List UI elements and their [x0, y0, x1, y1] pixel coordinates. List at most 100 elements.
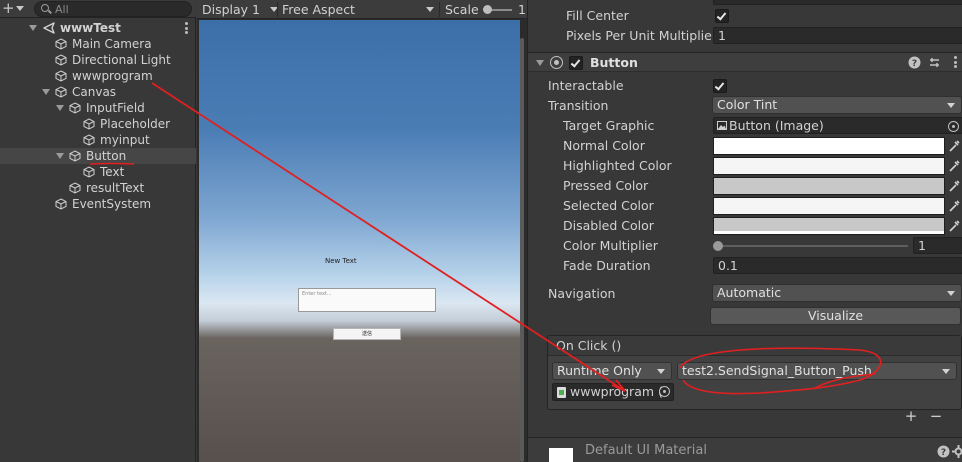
foldout-arrow-icon[interactable]	[56, 105, 64, 111]
chevron-down-icon	[942, 369, 950, 374]
function-value: test2.SendSignal_Button_Push	[682, 363, 872, 378]
color-multiplier-slider-track[interactable]	[716, 245, 908, 247]
color-multiplier-slider-knob[interactable]	[713, 241, 723, 251]
more-options-icon[interactable]	[185, 22, 188, 34]
game-view-scrollbar[interactable]	[520, 38, 524, 462]
hierarchy-item-placeholder[interactable]: Placeholder	[0, 116, 196, 132]
runtime-dropdown[interactable]: Runtime Only	[552, 362, 672, 380]
chevron-down-icon	[426, 7, 434, 12]
checkmark-icon	[714, 80, 725, 91]
add-object-button[interactable]: +	[2, 0, 28, 18]
fade-duration-field[interactable]: 0.1	[713, 257, 962, 274]
game-ui-input[interactable]: Enter text...	[298, 288, 436, 312]
color-label: Highlighted Color	[563, 158, 672, 173]
component-title: Button	[590, 55, 638, 70]
help-icon[interactable]: ?	[908, 56, 921, 69]
object-picker-icon[interactable]	[659, 386, 670, 397]
ppu-field[interactable]: 1	[713, 27, 962, 44]
more-options-icon[interactable]	[954, 56, 957, 68]
foldout-arrow-icon[interactable]	[42, 89, 50, 95]
chevron-down-icon	[16, 6, 24, 11]
foldout-arrow-icon[interactable]	[56, 153, 64, 159]
hierarchy-item-resulttext[interactable]: resultText	[0, 180, 196, 196]
normal-color-row: Normal Color	[528, 136, 962, 156]
scale-label: Scale	[445, 2, 479, 17]
scale-slider-knob[interactable]	[483, 5, 492, 14]
remove-listener-button[interactable]: −	[925, 409, 947, 424]
toolbar-divider	[439, 2, 440, 17]
hierarchy-item-text[interactable]: Text	[0, 164, 196, 180]
material-section[interactable]: Default UI Material ?	[528, 437, 962, 462]
interactable-checkbox[interactable]	[713, 79, 727, 93]
game-view-toolbar: Display 1 Free Aspect Scale 1	[197, 0, 527, 19]
hierarchy-search[interactable]	[34, 1, 192, 17]
presets-icon[interactable]	[928, 56, 941, 69]
hierarchy-item-inputfield[interactable]: InputField	[0, 100, 196, 116]
disabled-color-field[interactable]	[713, 217, 945, 235]
foldout-arrow-icon[interactable]	[536, 60, 544, 66]
game-ui-button[interactable]: 送信	[333, 328, 401, 340]
transition-dropdown[interactable]: Color Tint	[712, 96, 962, 114]
color-multiplier-row: Color Multiplier 1	[528, 236, 962, 256]
component-enabled-checkbox[interactable]	[569, 56, 583, 70]
hierarchy-item-main-camera[interactable]: Main Camera	[0, 36, 196, 52]
item-label: resultText	[86, 181, 145, 195]
hierarchy-item-directional-light[interactable]: Directional Light	[0, 52, 196, 68]
fade-duration-label: Fade Duration	[563, 258, 651, 273]
gameobject-cube-icon	[55, 38, 67, 50]
gameobject-cube-icon	[55, 70, 67, 82]
item-label: myinput	[100, 133, 150, 147]
item-label: Canvas	[72, 85, 117, 99]
visualize-button[interactable]: Visualize	[710, 307, 961, 325]
eyedropper-icon[interactable]	[948, 199, 960, 213]
function-dropdown[interactable]: test2.SendSignal_Button_Push	[677, 362, 957, 380]
aspect-dropdown[interactable]: Free Aspect	[282, 0, 437, 19]
pressed-color-field[interactable]	[713, 177, 945, 195]
scene-row[interactable]: wwwTest	[0, 20, 196, 36]
gameobject-cube-icon	[55, 54, 67, 66]
chevron-down-icon	[947, 103, 955, 108]
target-object-field[interactable]: wwwprogram (t	[552, 383, 674, 401]
highlighted-color-row: Highlighted Color	[528, 156, 962, 176]
interactable-label: Interactable	[548, 78, 624, 93]
item-label: Button	[86, 149, 127, 163]
eyedropper-icon[interactable]	[948, 219, 960, 233]
target-object-value: wwwprogram (t	[570, 384, 668, 399]
hierarchy-item-eventsystem[interactable]: EventSystem	[0, 196, 196, 212]
image-type-field[interactable]	[713, 0, 962, 5]
button-component-header[interactable]: Button ?	[528, 52, 962, 72]
item-label: Text	[100, 165, 125, 179]
item-label: Placeholder	[100, 117, 171, 131]
foldout-arrow-icon[interactable]	[29, 25, 37, 31]
navigation-dropdown[interactable]: Automatic	[712, 284, 962, 302]
selected-color-field[interactable]	[713, 197, 945, 215]
hierarchy-item-button[interactable]: Button	[0, 148, 196, 164]
hierarchy-item-wwwprogram[interactable]: wwwprogram	[0, 68, 196, 84]
target-graphic-label: Target Graphic	[563, 118, 655, 133]
selected-color-row: Selected Color	[528, 196, 962, 216]
display-dropdown[interactable]: Display 1	[202, 0, 278, 19]
search-input[interactable]	[55, 2, 185, 16]
game-viewport[interactable]: New Text Enter text... 送信	[199, 20, 520, 462]
chevron-down-icon	[947, 291, 955, 296]
hierarchy-item-canvas[interactable]: Canvas	[0, 84, 196, 100]
navigation-label: Navigation	[548, 286, 616, 301]
chevron-down-icon	[657, 369, 665, 374]
normal-color-field[interactable]	[713, 137, 945, 155]
hierarchy-panel: + wwwTest Main Camera Directional Light …	[0, 0, 196, 462]
help-icon[interactable]: ?	[937, 445, 950, 458]
target-graphic-field[interactable]: Button (Image)	[713, 117, 962, 134]
eyedropper-icon[interactable]	[948, 139, 960, 153]
highlighted-color-field[interactable]	[713, 157, 945, 175]
scale-value: 1	[518, 2, 526, 17]
eyedropper-icon[interactable]	[948, 179, 960, 193]
add-listener-button[interactable]: +	[900, 409, 922, 424]
eyedropper-icon[interactable]	[948, 159, 960, 173]
object-picker-icon[interactable]	[948, 121, 959, 132]
fill-center-checkbox[interactable]	[715, 9, 729, 23]
hierarchy-item-myinput[interactable]: myinput	[0, 132, 196, 148]
transition-value: Color Tint	[717, 97, 778, 112]
color-multiplier-field[interactable]: 1	[913, 237, 962, 254]
settings-gear-icon[interactable]	[952, 445, 962, 458]
image-icon	[717, 121, 727, 130]
